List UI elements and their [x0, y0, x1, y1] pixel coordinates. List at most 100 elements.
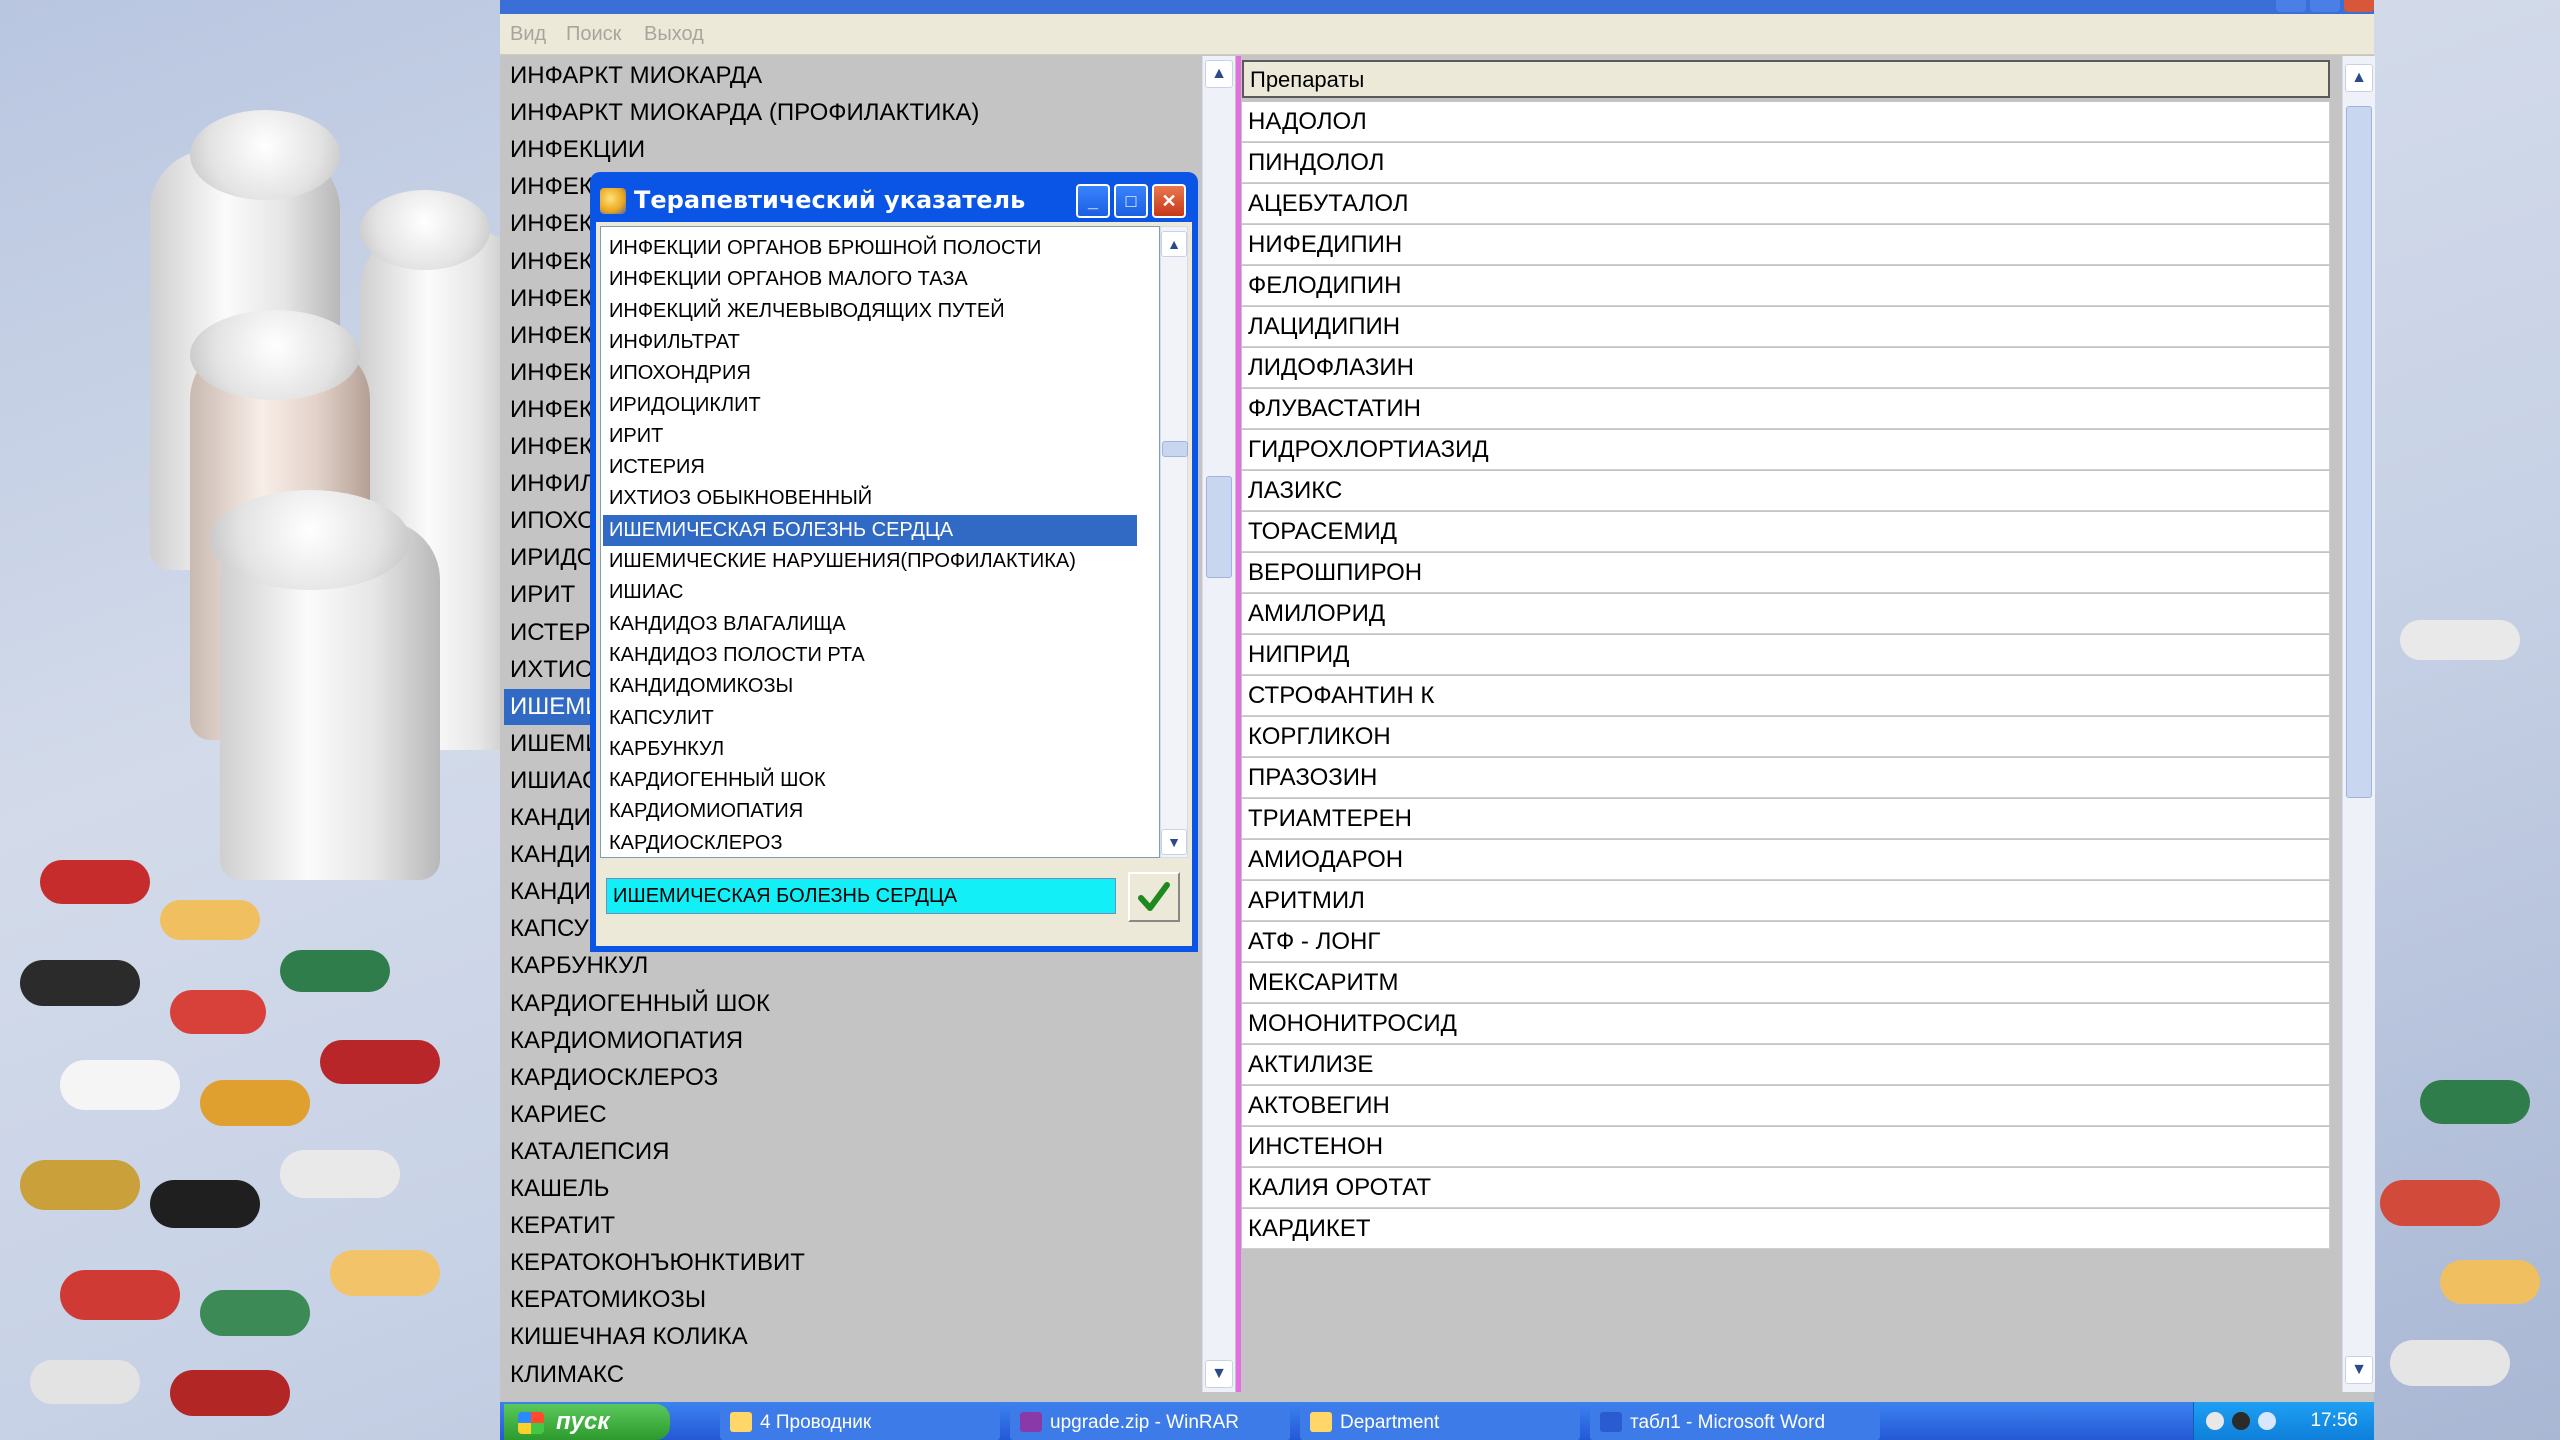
disease-list-item[interactable]: КАРИЕС — [504, 1097, 613, 1133]
dialog-list-item[interactable]: ИСТЕРИЯ — [603, 452, 1137, 483]
volume-icon[interactable] — [2258, 1412, 2276, 1430]
drug-row[interactable]: КАРДИКЕТ — [1242, 1209, 2330, 1249]
dialog-list-item[interactable]: ИНФЕКЦИИ ОРГАНОВ МАЛОГО ТАЗА — [603, 264, 1137, 295]
disease-list-item[interactable]: ИНФЕК — [504, 429, 599, 465]
drug-row[interactable]: НИПРИД — [1242, 635, 2330, 675]
scroll-thumb[interactable] — [1206, 476, 1232, 578]
grid-scroll-down-arrow-icon[interactable]: ▼ — [2345, 1356, 2373, 1384]
disease-list-item[interactable]: ИНФЕКЦИИ — [504, 132, 651, 168]
drug-row[interactable]: АЦЕБУТАЛОЛ — [1242, 184, 2330, 224]
dialog-list-item[interactable]: ИПОХОНДРИЯ — [603, 358, 1137, 389]
disease-list-item[interactable]: КАНДИ — [504, 874, 597, 910]
disease-list-item[interactable]: ИНФЕК — [504, 355, 599, 391]
drug-row[interactable]: ПИНДОЛОЛ — [1242, 143, 2330, 183]
disease-list-item[interactable]: КЕРАТОКОНЪЮНКТИВИТ — [504, 1245, 811, 1281]
menu-exit[interactable]: Выход — [644, 23, 704, 46]
dialog-list-item[interactable]: КАРБУНКУЛ — [603, 734, 1137, 765]
scroll-up-arrow-icon[interactable]: ▲ — [1205, 60, 1233, 88]
drug-row[interactable]: АМИОДАРОН — [1242, 840, 2330, 880]
disease-list-item[interactable]: КАРДИОМИОПАТИЯ — [504, 1023, 749, 1059]
disease-list-item[interactable]: ИНФЕК — [504, 281, 599, 317]
disease-list-item[interactable]: ИПОХО — [504, 503, 602, 539]
drug-row[interactable]: АТФ - ЛОНГ — [1242, 922, 2330, 962]
drug-row[interactable]: МЕКСАРИТМ — [1242, 963, 2330, 1003]
drug-row[interactable]: ИНСТЕНОН — [1242, 1127, 2330, 1167]
drugs-grid-header[interactable]: Препараты — [1242, 60, 2330, 98]
dialog-list-item[interactable]: КАПСУЛИТ — [603, 703, 1137, 734]
drug-row[interactable]: ЛАЗИКС — [1242, 471, 2330, 511]
start-button[interactable]: пуск — [504, 1404, 670, 1440]
dialog-scroll-down-arrow-icon[interactable]: ▼ — [1161, 829, 1187, 855]
drug-row[interactable]: ЛАЦИДИПИН — [1242, 307, 2330, 347]
disease-list-item[interactable]: ИНФЕК — [504, 318, 599, 354]
menu-search[interactable]: Поиск — [566, 23, 621, 46]
dialog-titlebar[interactable]: Терапевтический указатель _ □ ✕ — [598, 180, 1190, 220]
disease-list-item[interactable]: КАРБУНКУЛ — [504, 948, 654, 984]
drug-row[interactable]: АМИЛОРИД — [1242, 594, 2330, 634]
disease-list-item[interactable]: ИНФЕК — [504, 169, 599, 205]
app-minimize-button[interactable] — [2276, 0, 2306, 12]
disease-list-item[interactable]: КАРДИОСКЛЕРОЗ — [504, 1060, 724, 1096]
dialog-list-item[interactable]: ИНФЕКЦИЙ ЖЕЛЧЕВЫВОДЯЩИХ ПУТЕЙ — [603, 296, 1137, 327]
disease-list-item[interactable]: ИРИДО — [504, 540, 601, 576]
disease-list-item[interactable]: ИНФИЛ — [504, 466, 602, 502]
disease-list-item[interactable]: ИНФАРКТ МИОКАРДА (ПРОФИЛАКТИКА) — [504, 95, 985, 131]
dialog-list-item[interactable]: ИРИДОЦИКЛИТ — [603, 390, 1137, 421]
task-explorer[interactable]: 4 Проводник — [720, 1406, 1000, 1440]
dialog-list-item[interactable]: КАРДИОГЕННЫЙ ШОК — [603, 765, 1137, 796]
menu-view[interactable]: Вид — [510, 23, 546, 46]
dialog-list-item[interactable]: ИШЕМИЧЕСКАЯ БОЛЕЗНЬ СЕРДЦА — [603, 514, 1137, 546]
network-icon[interactable] — [2206, 1412, 2224, 1430]
drug-row[interactable]: ТРИАМТЕРЕН — [1242, 799, 2330, 839]
disease-list-item[interactable]: ИНФАРКТ МИОКАРДА — [504, 58, 768, 94]
close-icon[interactable]: ✕ — [1152, 184, 1186, 218]
dialog-list-scrollbar[interactable]: ▲ ▼ — [1160, 226, 1188, 858]
scroll-down-arrow-icon[interactable]: ▼ — [1205, 1360, 1233, 1388]
dialog-list-item[interactable]: ИНФИЛЬТРАТ — [603, 327, 1137, 358]
disease-list-item[interactable]: ИНФЕК — [504, 244, 599, 280]
dialog-list-item[interactable]: КАРДИОМИОПАТИЯ — [603, 796, 1137, 827]
drug-row[interactable]: ГИДРОХЛОРТИАЗИД — [1242, 430, 2330, 470]
disease-list-item[interactable]: ИНФЕК — [504, 206, 599, 242]
dialog-list-item[interactable]: КАНДИДОЗ ПОЛОСТИ РТА — [603, 640, 1137, 671]
disease-list-item[interactable]: КИШЕЧНАЯ КОЛИКА — [504, 1319, 754, 1355]
disease-list-item[interactable]: КАШЕЛЬ — [504, 1171, 616, 1207]
pane-splitter[interactable] — [1236, 56, 1241, 1392]
disease-list-item[interactable]: КЕРАТИТ — [504, 1208, 621, 1244]
disease-list-item[interactable]: ИСТЕР — [504, 615, 596, 651]
dialog-scroll-thumb[interactable] — [1162, 441, 1188, 457]
task-department[interactable]: Department — [1300, 1406, 1580, 1440]
drug-row[interactable]: СТРОФАНТИН К — [1242, 676, 2330, 716]
dialog-list-item[interactable]: КАНДИДОЗ ВЛАГАЛИЩА — [603, 609, 1137, 640]
dialog-list-item[interactable]: ИХТИОЗ ОБЫКНОВЕННЫЙ — [603, 483, 1137, 514]
drug-row[interactable]: НАДОЛОЛ — [1242, 102, 2330, 142]
drugs-grid-scrollbar[interactable]: ▲ ▼ — [2342, 56, 2375, 1392]
drug-row[interactable]: ТОРАСЕМИД — [1242, 512, 2330, 552]
drug-row[interactable]: КАЛИЯ ОРОТАТ — [1242, 1168, 2330, 1208]
drug-row[interactable]: АРИТМИЛ — [1242, 881, 2330, 921]
dialog-scroll-up-arrow-icon[interactable]: ▲ — [1161, 231, 1187, 257]
dialog-list-item[interactable]: КАРДИОСКЛЕРОЗ — [603, 828, 1137, 859]
drug-row[interactable]: ФЕЛОДИПИН — [1242, 266, 2330, 306]
grid-scroll-up-arrow-icon[interactable]: ▲ — [2345, 64, 2373, 92]
drug-row[interactable]: ЛИДОФЛАЗИН — [1242, 348, 2330, 388]
task-word[interactable]: табл1 - Microsoft Word — [1590, 1406, 1880, 1440]
disease-list-item[interactable]: КАТАЛЕПСИЯ — [504, 1134, 675, 1170]
dialog-list-item[interactable]: ИНФЕКЦИИ ОРГАНОВ БРЮШНОЙ ПОЛОСТИ — [603, 233, 1137, 264]
drug-row[interactable]: ФЛУВАСТАТИН — [1242, 389, 2330, 429]
disease-list-item[interactable]: КАНДИ — [504, 800, 597, 836]
dialog-selection-input[interactable]: ИШЕМИЧЕСКАЯ БОЛЕЗНЬ СЕРДЦА — [606, 878, 1116, 914]
dialog-disease-list[interactable]: ИНФЕКЦИИ ОРГАНОВ БРЮШНОЙ ПОЛОСТИ ИНФЕКЦИИ… — [600, 226, 1160, 858]
drug-row[interactable]: НИФЕДИПИН — [1242, 225, 2330, 265]
disease-list-item[interactable]: КЛИМАКС — [504, 1357, 630, 1393]
drug-row[interactable]: КОРГЛИКОН — [1242, 717, 2330, 757]
disease-list-item[interactable]: КАРДИОГЕННЫЙ ШОК — [504, 986, 776, 1022]
drug-row[interactable]: ПРАЗОЗИН — [1242, 758, 2330, 798]
antivirus-icon[interactable] — [2232, 1412, 2250, 1430]
disease-list-item[interactable]: КАНДИ — [504, 837, 597, 873]
ok-button[interactable] — [1128, 872, 1180, 922]
task-winrar[interactable]: upgrade.zip - WinRAR — [1010, 1406, 1290, 1440]
disease-list-item[interactable]: КЕРАТОМИКОЗЫ — [504, 1282, 712, 1318]
disease-list-item[interactable]: ИРИТ — [504, 577, 581, 613]
drug-row[interactable]: МОНОНИТРОСИД — [1242, 1004, 2330, 1044]
